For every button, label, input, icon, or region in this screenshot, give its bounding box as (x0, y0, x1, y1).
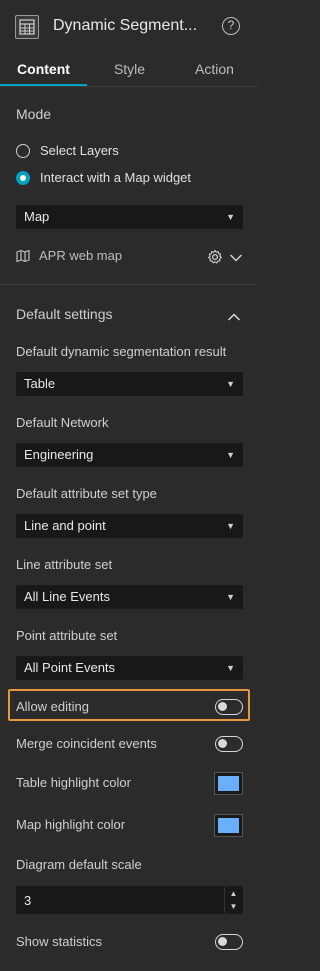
radio-map-widget[interactable] (16, 171, 30, 185)
map-highlight-color-label: Map highlight color (16, 817, 126, 832)
map-highlight-color-swatch (218, 818, 239, 833)
point-attribute-set-select[interactable]: All Point Events ▼ (16, 656, 243, 680)
chevron-down-icon: ▼ (226, 212, 235, 222)
decrement-icon[interactable]: ▼ (225, 900, 242, 913)
show-statistics-toggle[interactable] (215, 934, 243, 950)
gear-icon[interactable] (207, 249, 223, 265)
map-widget-select[interactable]: Map ▼ (16, 205, 243, 229)
result-type-select-value: Table (24, 376, 56, 391)
table-widget-icon (15, 15, 39, 39)
widget-title: Dynamic Segment... (53, 17, 198, 34)
diagram-scale-label: Diagram default scale (16, 857, 142, 872)
radio-map-widget-label[interactable]: Interact with a Map widget (40, 170, 191, 185)
table-highlight-color-picker[interactable] (214, 772, 243, 795)
mode-title: Mode (16, 106, 52, 122)
help-icon[interactable]: ? (222, 17, 240, 35)
merge-events-toggle[interactable] (215, 736, 243, 752)
allow-editing-toggle[interactable] (215, 699, 243, 715)
chevron-down-icon: ▼ (226, 450, 235, 460)
diagram-scale-value: 3 (24, 893, 32, 908)
line-attribute-set-select-value: All Line Events (24, 589, 110, 604)
line-attribute-set-select[interactable]: All Line Events ▼ (16, 585, 243, 609)
default-settings-title: Default settings (16, 306, 113, 322)
radio-select-layers[interactable] (16, 144, 30, 158)
network-select[interactable]: Engineering ▼ (16, 443, 243, 467)
attribute-set-type-select[interactable]: Line and point ▼ (16, 514, 243, 538)
attribute-set-type-label: Default attribute set type (16, 486, 157, 501)
show-statistics-label: Show statistics (16, 934, 102, 949)
tab-style[interactable]: Style (87, 58, 172, 86)
tab-action[interactable]: Action (172, 58, 257, 86)
table-highlight-color-label: Table highlight color (16, 775, 131, 790)
result-type-select[interactable]: Table ▼ (16, 372, 243, 396)
attribute-set-type-select-value: Line and point (24, 518, 106, 533)
tab-content[interactable]: Content (0, 58, 87, 86)
chevron-down-icon: ▼ (226, 379, 235, 389)
network-select-value: Engineering (24, 447, 94, 462)
tab-divider (0, 86, 257, 87)
point-attribute-set-label: Point attribute set (16, 628, 118, 643)
chevron-down-icon: ▼ (226, 663, 235, 673)
chevron-up-icon[interactable] (227, 310, 241, 321)
number-stepper: ▲ ▼ (224, 887, 242, 913)
allow-editing-label: Allow editing (16, 699, 89, 714)
line-attribute-set-label: Line attribute set (16, 557, 113, 572)
map-icon (16, 249, 30, 263)
map-highlight-color-picker[interactable] (214, 814, 243, 837)
result-type-label: Default dynamic segmentation result (16, 344, 227, 359)
map-widget-select-value: Map (24, 209, 50, 224)
diagram-scale-input[interactable]: 3 ▲ ▼ (16, 886, 243, 914)
table-highlight-color-swatch (218, 776, 239, 791)
point-attribute-set-select-value: All Point Events (24, 660, 116, 675)
widget-header: Dynamic Segment... ? (0, 0, 257, 56)
merge-events-label: Merge coincident events (16, 736, 157, 751)
settings-tabs: Content Style Action (0, 58, 257, 86)
chevron-down-icon[interactable] (229, 251, 243, 262)
network-label: Default Network (16, 415, 109, 430)
chevron-down-icon: ▼ (226, 521, 235, 531)
selected-map-name: APR web map (39, 248, 123, 263)
section-divider (0, 284, 257, 285)
chevron-down-icon: ▼ (226, 592, 235, 602)
increment-icon[interactable]: ▲ (225, 887, 242, 900)
radio-select-layers-label[interactable]: Select Layers (40, 143, 119, 158)
